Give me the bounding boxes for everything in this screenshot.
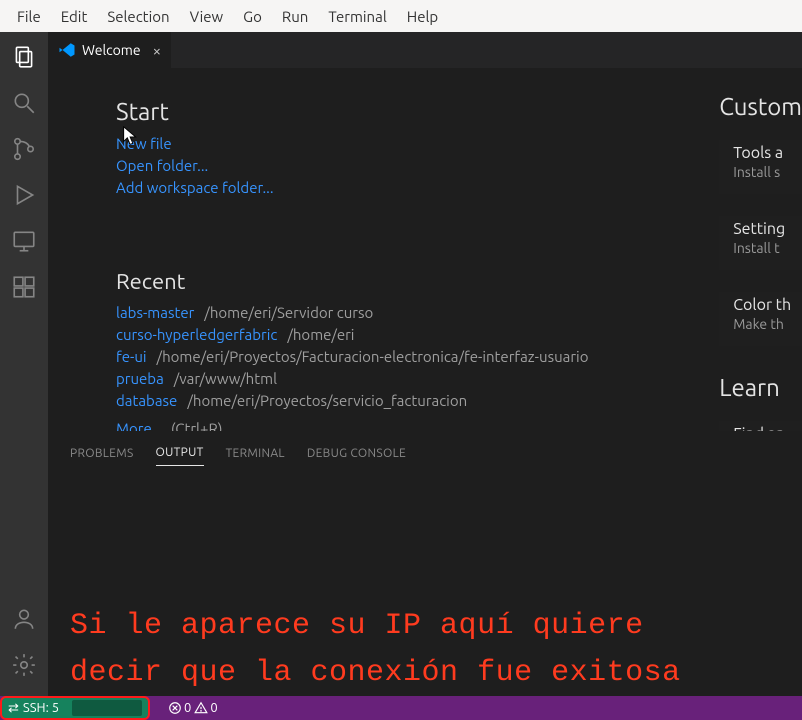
learn-heading: Learn	[719, 374, 802, 401]
extensions-icon[interactable]	[11, 274, 37, 300]
recent-more-link[interactable]: More...	[116, 420, 163, 431]
redaction-mask	[72, 700, 142, 716]
run-debug-icon[interactable]	[11, 182, 37, 208]
recent-item[interactable]: curso-hyperledgerfabric	[116, 326, 277, 343]
remote-label: SSH: 5	[23, 701, 59, 715]
recent-item[interactable]: prueba	[116, 370, 164, 387]
remote-icon: ⇄	[8, 701, 19, 716]
error-count: 0	[184, 701, 191, 715]
recent-item[interactable]: database	[116, 392, 177, 409]
menu-go[interactable]: Go	[234, 5, 271, 28]
editor-tabs: Welcome ×	[48, 32, 802, 68]
tab-welcome[interactable]: Welcome ×	[48, 32, 171, 68]
start-heading: Start	[116, 98, 588, 125]
customize-card[interactable]: Color th Make th	[719, 292, 802, 346]
menu-edit[interactable]: Edit	[52, 5, 97, 28]
recent-heading: Recent	[116, 269, 588, 294]
status-errors[interactable]: 0	[168, 701, 191, 715]
add-workspace-folder-link[interactable]: Add workspace folder...	[116, 179, 274, 196]
customize-card[interactable]: Setting Install t	[719, 216, 802, 270]
status-warnings[interactable]: 0	[194, 701, 217, 715]
tab-title: Welcome	[82, 42, 141, 58]
activity-bar	[0, 32, 48, 696]
files-icon[interactable]	[11, 44, 37, 70]
recent-path: /home/eri/Proyectos/Facturacion-electron…	[157, 348, 589, 365]
panel-tab-debug-console[interactable]: DEBUG CONSOLE	[307, 447, 406, 466]
card-subtitle: Install t	[733, 240, 802, 256]
close-icon[interactable]: ×	[153, 42, 161, 59]
bottom-panel: PROBLEMS OUTPUT TERMINAL DEBUG CONSOLE S…	[48, 431, 802, 696]
menu-view[interactable]: View	[181, 5, 233, 28]
recent-path: /home/eri/Proyectos/servicio_facturacion	[187, 392, 467, 409]
menu-file[interactable]: File	[8, 5, 50, 28]
customize-card[interactable]: Tools a Install s	[719, 140, 802, 194]
recent-path: /home/eri/Servidor curso	[204, 304, 373, 321]
customize-heading: Custom	[719, 93, 802, 120]
panel-tab-terminal[interactable]: TERMINAL	[226, 447, 285, 466]
recent-path: /var/www/html	[174, 370, 277, 387]
menu-selection[interactable]: Selection	[98, 5, 178, 28]
search-icon[interactable]	[11, 90, 37, 116]
error-icon	[168, 701, 182, 715]
panel-tab-problems[interactable]: PROBLEMS	[70, 447, 134, 466]
new-file-link[interactable]: New file	[116, 135, 172, 152]
menu-help[interactable]: Help	[398, 5, 447, 28]
remote-indicator[interactable]: ⇄ SSH: 5 5	[0, 696, 150, 720]
card-title: Tools a	[733, 144, 802, 162]
card-title: Color th	[733, 296, 802, 314]
remote-explorer-icon[interactable]	[11, 228, 37, 254]
menu-run[interactable]: Run	[273, 5, 317, 28]
menu-terminal[interactable]: Terminal	[319, 5, 395, 28]
recent-item[interactable]: labs-master	[116, 304, 194, 321]
accounts-icon[interactable]	[11, 606, 37, 632]
settings-gear-icon[interactable]	[11, 652, 37, 678]
recent-path: /home/eri	[287, 326, 354, 343]
recent-item[interactable]: fe-ui	[116, 348, 147, 365]
card-subtitle: Install s	[733, 164, 802, 180]
annotation-text: Si le aparece su IP aquí quiere decir qu…	[70, 603, 802, 696]
learn-card[interactable]: Find an	[719, 421, 802, 431]
vscode-icon	[58, 41, 76, 59]
warning-count: 0	[210, 701, 217, 715]
card-subtitle: Make th	[733, 316, 802, 332]
card-title: Find an	[733, 425, 802, 431]
card-title: Setting	[733, 220, 802, 238]
source-control-icon[interactable]	[11, 136, 37, 162]
recent-more-hint: (Ctrl+R)	[171, 420, 223, 431]
panel-tab-output[interactable]: OUTPUT	[156, 446, 204, 466]
menubar: File Edit Selection View Go Run Terminal…	[0, 0, 802, 32]
warning-icon	[194, 701, 208, 715]
status-bar: ⇄ SSH: 5 5 0 0	[0, 696, 802, 720]
open-folder-link[interactable]: Open folder...	[116, 157, 208, 174]
